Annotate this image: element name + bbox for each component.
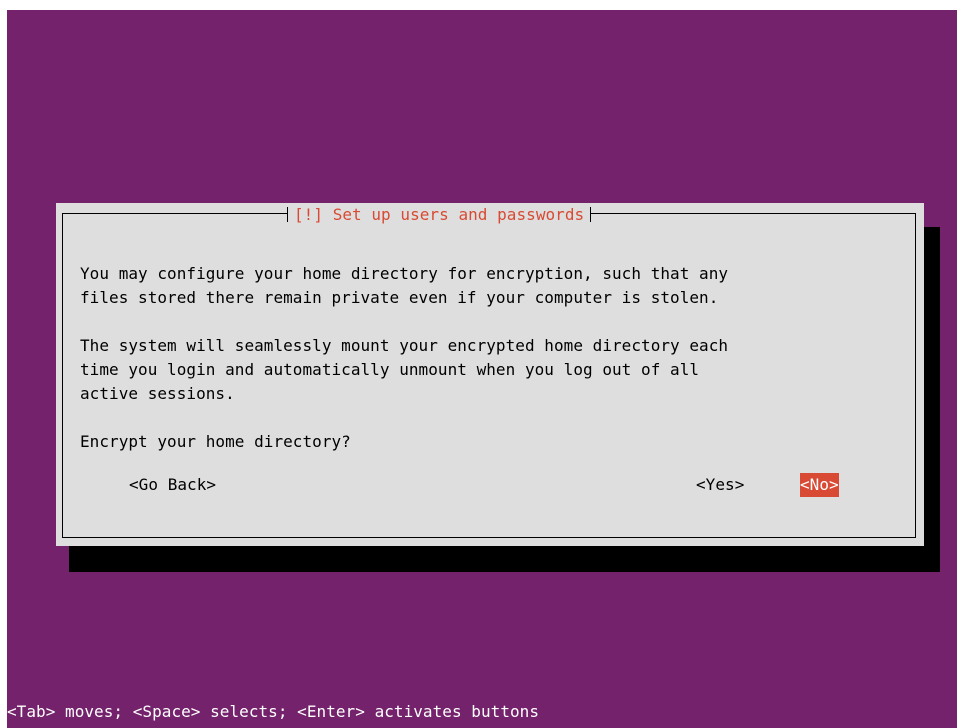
dialog-title: [!] Set up users and passwords [286, 203, 592, 227]
keyboard-help-bar: <Tab> moves; <Space> selects; <Enter> ac… [7, 702, 540, 721]
description-line: active sessions. [80, 384, 235, 403]
installer-screen: [!] Set up users and passwords You may c… [7, 10, 957, 728]
no-button[interactable]: <No> [800, 473, 839, 497]
description-line: time you login and automatically unmount… [80, 360, 700, 379]
question-text: Encrypt your home directory? [80, 432, 351, 451]
description-line: You may configure your home directory fo… [80, 264, 729, 283]
setup-users-dialog: [!] Set up users and passwords You may c… [56, 203, 924, 546]
description-line: files stored there remain private even i… [80, 288, 719, 307]
yes-button[interactable]: <Yes> [696, 473, 744, 497]
description-line: The system will seamlessly mount your en… [80, 336, 729, 355]
go-back-button[interactable]: <Go Back> [129, 473, 216, 497]
